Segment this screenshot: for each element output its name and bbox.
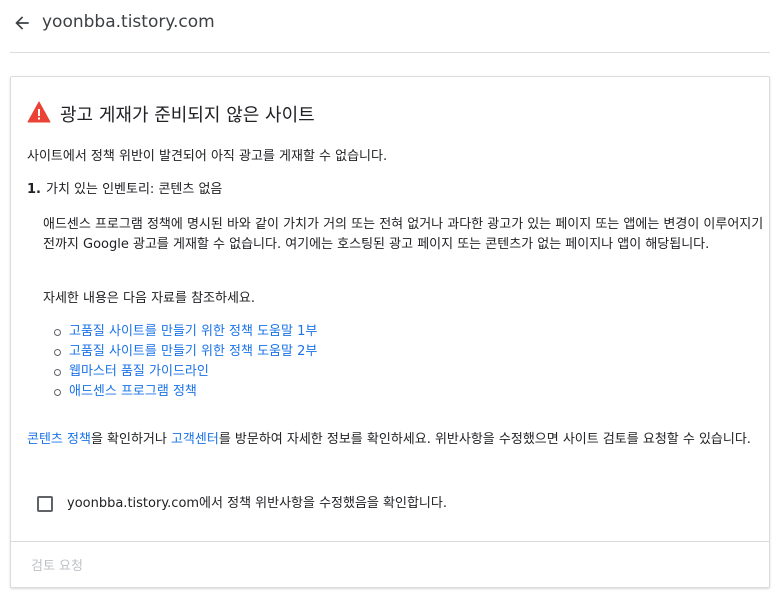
violation-text: 가치 있는 인벤토리: 콘텐츠 없음 [45,182,223,197]
link-adsense-policies[interactable]: 애드센스 프로그램 정책 [69,384,197,399]
link-webmaster-guidelines[interactable]: 웹마스터 품질 가이드라인 [69,364,209,379]
card-title: 광고 게재가 준비되지 않은 사이트 [60,105,315,126]
link-policy-help-2[interactable]: 고품질 사이트를 만들기 위한 정책 도움말 2부 [69,344,317,359]
list-item: 고품질 사이트를 만들기 위한 정책 도움말 1부 [53,322,317,342]
violation-item: 1. 가치 있는 인벤토리: 콘텐츠 없음 [27,180,222,200]
policy-card: 광고 게재가 준비되지 않은 사이트 사이트에서 정책 위반이 발견되어 아직 … [10,76,770,588]
page-header: yoonbba.tistory.com [0,0,781,52]
header-divider [10,52,770,53]
page-title: yoonbba.tistory.com [42,12,215,32]
intro-text: 사이트에서 정책 위반이 발견되어 아직 광고를 게재할 수 없습니다. [27,149,388,164]
list-item: 애드센스 프로그램 정책 [53,382,317,402]
link-policy-help-1[interactable]: 고품질 사이트를 만들기 위한 정책 도움말 1부 [69,324,317,339]
list-item: 웹마스터 품질 가이드라인 [53,362,317,382]
violation-number: 1. [27,182,41,197]
help-text: 콘텐츠 정책을 확인하거나 고객센터를 방문하여 자세한 정보를 확인하세요. … [27,430,753,450]
help-text-part1: 을 확인하거나 [90,432,171,447]
confirm-checkbox-label[interactable]: yoonbba.tistory.com에서 정책 위반사항을 수정했음을 확인합… [67,494,447,514]
violation-description: 애드센스 프로그램 정책에 명시된 바와 같이 가치가 거의 또는 전혀 없거나… [43,217,764,252]
help-text-part2: 를 방문하여 자세한 정보를 확인하세요. 위반사항을 수정했으면 사이트 검토… [218,432,751,447]
reference-intro: 자세한 내용은 다음 자료를 참조하세요. [43,291,256,306]
arrow-left-icon[interactable] [12,13,32,33]
card-footer-divider [11,541,769,542]
list-item: 고품질 사이트를 만들기 위한 정책 도움말 2부 [53,342,317,362]
reference-links: 고품질 사이트를 만들기 위한 정책 도움말 1부 고품질 사이트를 만들기 위… [53,322,317,402]
warning-icon [27,101,51,123]
help-center-link[interactable]: 고객센터 [171,432,219,447]
confirm-checkbox[interactable] [37,496,53,512]
request-review-button[interactable]: 검토 요청 [31,555,83,574]
content-policy-link[interactable]: 콘텐츠 정책 [27,432,91,447]
